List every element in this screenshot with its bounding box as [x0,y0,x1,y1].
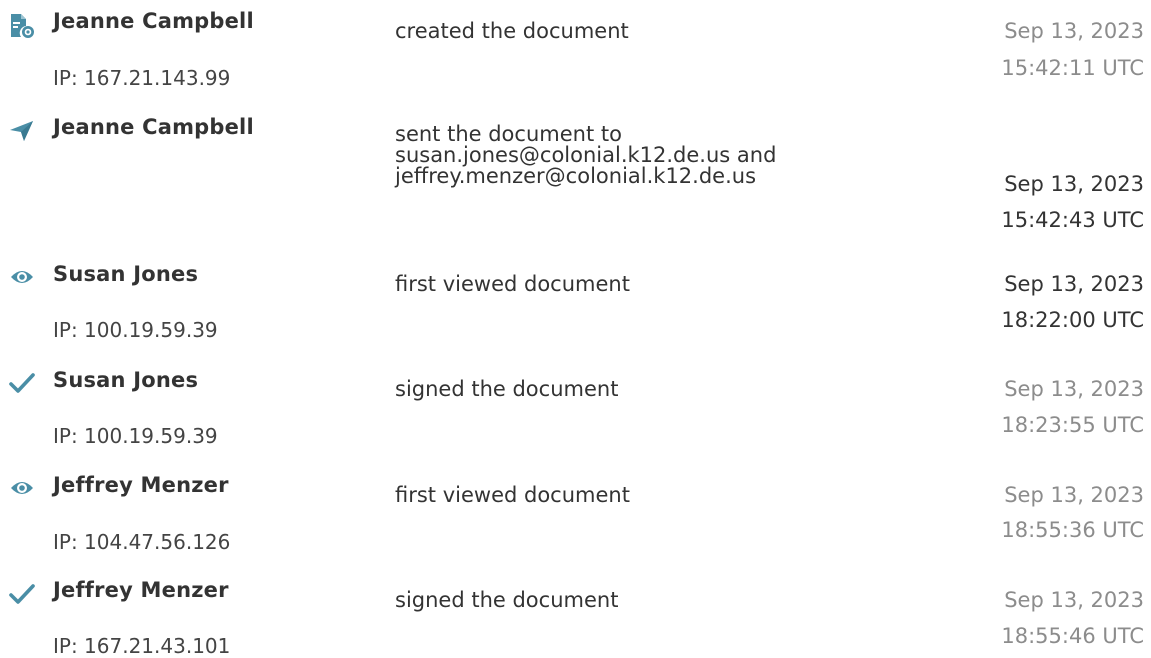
document-created-icon [9,13,35,38]
event-date: Sep 13, 2023 [1004,172,1144,196]
checkmark-icon [9,582,35,606]
event-time: 15:42:43 UTC [1001,208,1144,232]
ip-address: IP: 100.19.59.39 [53,424,218,448]
event-action-line: susan.jones@colonial.k12.de.us and [395,143,777,167]
event-date: Sep 13, 2023 [1004,588,1144,612]
ip-address: IP: 167.21.143.99 [53,66,231,90]
ip-address: IP: 100.19.59.39 [53,318,218,342]
actor-name: Jeffrey Menzer [53,473,229,497]
event-action-line: sent the document to [395,122,622,146]
event-time: 15:42:11 UTC [1001,56,1144,80]
event-time: 18:22:00 UTC [1001,308,1144,332]
actor-name: Jeffrey Menzer [53,578,229,602]
event-action: created the document [395,19,629,43]
event-date: Sep 13, 2023 [1004,19,1144,43]
event-date: Sep 13, 2023 [1004,483,1144,507]
ip-address: IP: 104.47.56.126 [53,530,231,554]
event-action-line: jeffrey.menzer@colonial.k12.de.us [395,164,757,188]
checkmark-icon [9,371,35,395]
event-action: first viewed document [395,272,630,296]
eye-icon [9,477,35,501]
event-action: signed the document [395,377,619,401]
eye-icon [9,266,35,290]
event-time: 18:55:36 UTC [1001,518,1144,542]
event-date: Sep 13, 2023 [1004,272,1144,296]
actor-name: Jeanne Campbell [53,115,254,139]
event-time: 18:55:46 UTC [1001,624,1144,648]
event-time: 18:23:55 UTC [1001,413,1144,437]
event-date: Sep 13, 2023 [1004,377,1144,401]
event-action: first viewed document [395,483,630,507]
event-action: signed the document [395,588,619,612]
actor-name: Susan Jones [53,368,199,392]
event-action: sent the document to susan.jones@colonia… [395,124,776,187]
actor-name: Susan Jones [53,262,199,286]
paper-plane-icon [9,119,35,143]
actor-name: Jeanne Campbell [53,9,254,33]
ip-address: IP: 167.21.43.101 [53,634,231,658]
